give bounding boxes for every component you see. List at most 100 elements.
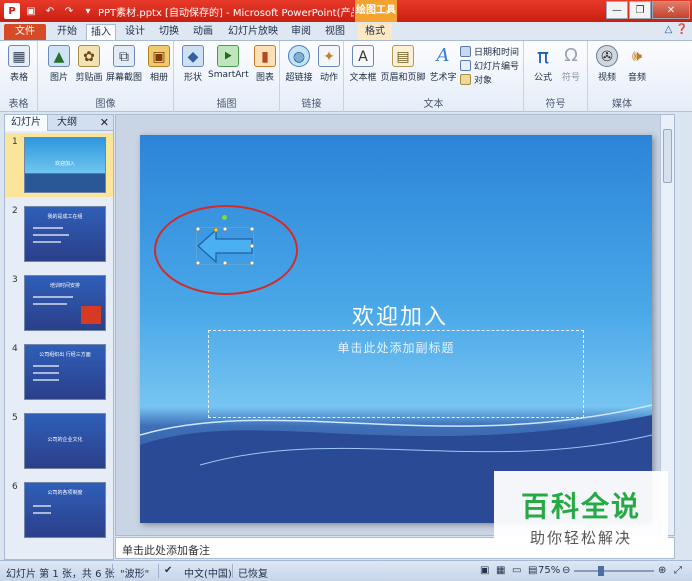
tab-home[interactable]: 开始 bbox=[50, 24, 84, 40]
photo-album-icon: ▣ bbox=[148, 45, 170, 67]
shapes-icon: ◆ bbox=[182, 45, 204, 67]
rotate-handle[interactable] bbox=[222, 215, 227, 220]
smartart-icon: ⯈ bbox=[217, 45, 239, 67]
subtitle-placeholder[interactable]: 单击此处添加副标题 bbox=[208, 330, 584, 418]
tab-view[interactable]: 视图 bbox=[320, 24, 350, 40]
slide-title[interactable]: 欢迎加入 bbox=[330, 299, 470, 331]
tab-format[interactable]: 格式 bbox=[358, 24, 392, 40]
calendar-icon bbox=[460, 46, 471, 57]
tab-file[interactable]: 文件 bbox=[4, 24, 46, 40]
header-footer-button[interactable]: ▤ 页眉和页脚 bbox=[380, 45, 426, 83]
table-icon: ▦ bbox=[8, 45, 30, 67]
globe-link-icon: ◍ bbox=[288, 45, 310, 67]
current-slide[interactable]: 欢迎加入 单击此处添加副标题 bbox=[140, 135, 652, 523]
action-button[interactable]: ✦ 动作 bbox=[312, 45, 346, 83]
normal-view-icon[interactable]: ▣ bbox=[480, 565, 489, 576]
slide-thumbnail-5[interactable]: 5 公司的企业文化 bbox=[5, 409, 113, 473]
zoom-slider-knob[interactable] bbox=[598, 566, 604, 576]
slide-thumbnail-1[interactable]: 1 欢迎加入 bbox=[5, 133, 113, 197]
video-button[interactable]: ✇ 视频 bbox=[590, 45, 624, 83]
slide-thumbnail-4[interactable]: 4 公司组织出 行经三方面 bbox=[5, 340, 113, 404]
close-icon[interactable]: ✕ bbox=[652, 1, 690, 19]
slides-pane-tabs: 幻灯片 大纲 ✕ bbox=[5, 115, 113, 131]
object-button[interactable]: 对象 bbox=[460, 73, 492, 86]
textbox-button[interactable]: A 文本框 bbox=[346, 45, 380, 83]
zoom-slider[interactable] bbox=[574, 566, 654, 576]
status-bar: 幻灯片 第 1 张，共 6 张 "波形" ✔ 中文(中国) 已恢复 ▣ ▦ ▭ … bbox=[0, 560, 692, 581]
group-tables: ▦ 表格 表格 bbox=[0, 41, 38, 112]
chart-button[interactable]: ▮ 图表 bbox=[248, 45, 282, 83]
tab-review[interactable]: 审阅 bbox=[286, 24, 316, 40]
clipart-button[interactable]: ✿ 剪贴画 bbox=[72, 45, 106, 83]
window-title: PPT素材.pptx [自动保存的] - Microsoft PowerPoin… bbox=[98, 8, 354, 19]
table-button[interactable]: ▦ 表格 bbox=[2, 45, 36, 83]
group-links: ◍ 超链接 ✦ 动作 链接 bbox=[280, 41, 344, 112]
slide-thumbnail-6[interactable]: 6 公司的各项制度 bbox=[5, 478, 113, 542]
zoom-in-icon[interactable]: ⊕ bbox=[658, 565, 666, 576]
language[interactable]: 中文(中国) bbox=[184, 565, 232, 580]
wordart-icon: A bbox=[436, 45, 450, 66]
watermark-subtitle: 助你轻松解决 bbox=[529, 529, 632, 547]
slideshow-icon[interactable]: ▤ bbox=[528, 565, 537, 576]
wordart-button[interactable]: A 艺术字 bbox=[426, 45, 460, 83]
quick-access-toolbar: P ▣ ↶ ↷ ▾ bbox=[4, 3, 96, 19]
slide-preview: 欢迎加入 bbox=[24, 137, 106, 193]
spellcheck-icon[interactable]: ✔ bbox=[164, 565, 172, 576]
reading-view-icon[interactable]: ▭ bbox=[512, 565, 521, 576]
tab-slides[interactable]: 幻灯片 bbox=[5, 115, 48, 131]
slide-info: 幻灯片 第 1 张，共 6 张 bbox=[6, 569, 115, 580]
chart-icon: ▮ bbox=[254, 45, 276, 67]
hyperlink-button[interactable]: ◍ 超链接 bbox=[282, 45, 316, 83]
date-time-button[interactable]: 日期和时间 bbox=[460, 45, 519, 58]
symbol-button[interactable]: Ω 符号 bbox=[554, 45, 588, 83]
slide-number-button[interactable]: 幻灯片编号 bbox=[460, 59, 519, 72]
tab-transitions[interactable]: 切换 bbox=[154, 24, 184, 40]
picture-button[interactable]: ▲ 图片 bbox=[42, 45, 76, 83]
zoom-level[interactable]: 75% bbox=[538, 565, 560, 576]
customize-toolbar-icon[interactable]: ▾ bbox=[80, 3, 96, 19]
film-reel-icon: ✇ bbox=[596, 45, 618, 67]
tab-outline[interactable]: 大纲 bbox=[51, 115, 83, 131]
slides-pane: 幻灯片 大纲 ✕ 1 欢迎加入 2 我的是成工在组 3 培训时间安排 4 公司组… bbox=[4, 114, 114, 560]
omega-icon: Ω bbox=[564, 45, 578, 66]
undo-icon[interactable]: ↶ bbox=[42, 3, 58, 19]
drawing-tools-context-label: 绘图工具 bbox=[355, 0, 397, 22]
slide-sorter-icon[interactable]: ▦ bbox=[496, 565, 505, 576]
help-icon[interactable]: △ ❓ bbox=[665, 24, 688, 35]
window-controls: — ❐ ✕ bbox=[606, 1, 690, 19]
audio-button[interactable]: 🕪 音频 bbox=[620, 45, 654, 83]
header-footer-icon: ▤ bbox=[392, 45, 414, 67]
slide-preview: 培训时间安排 bbox=[24, 275, 106, 331]
tab-insert[interactable]: 插入 bbox=[86, 24, 116, 40]
save-icon[interactable]: ▣ bbox=[23, 3, 39, 19]
screenshot-button[interactable]: ⧉ 屏幕截图 bbox=[104, 45, 144, 83]
group-media: ✇ 视频 🕪 音频 媒体 bbox=[588, 41, 656, 112]
watermark-title: 百科全说 bbox=[520, 490, 641, 523]
clipart-icon: ✿ bbox=[78, 45, 100, 67]
fit-to-window-icon[interactable]: ⤢ bbox=[674, 565, 682, 576]
object-icon bbox=[460, 74, 471, 85]
speaker-icon: 🕪 bbox=[631, 46, 643, 65]
smartart-button[interactable]: ⯈ SmartArt bbox=[208, 45, 249, 80]
tab-slideshow[interactable]: 幻灯片放映 bbox=[224, 24, 282, 40]
minimize-icon[interactable]: — bbox=[606, 1, 628, 19]
pi-icon: π bbox=[536, 44, 550, 68]
restore-icon[interactable]: ❐ bbox=[629, 1, 651, 19]
slide-thumbnail-2[interactable]: 2 我的是成工在组 bbox=[5, 202, 113, 266]
left-arrow-shape[interactable] bbox=[196, 227, 254, 265]
redo-icon[interactable]: ↷ bbox=[61, 3, 77, 19]
slide-thumbnail-3[interactable]: 3 培训时间安排 bbox=[5, 271, 113, 335]
zoom-out-icon[interactable]: ⊖ bbox=[562, 565, 570, 576]
theme-name[interactable]: "波形" bbox=[120, 565, 149, 580]
tab-design[interactable]: 设计 bbox=[120, 24, 150, 40]
powerpoint-logo-icon[interactable]: P bbox=[4, 3, 20, 19]
group-illustrations: ◆ 形状 ⯈ SmartArt ▮ 图表 插图 bbox=[174, 41, 280, 112]
tab-animations[interactable]: 动画 bbox=[188, 24, 218, 40]
slide-image bbox=[81, 306, 101, 324]
slide-preview: 公司的企业文化 bbox=[24, 413, 106, 469]
shapes-button[interactable]: ◆ 形状 bbox=[176, 45, 210, 83]
album-button[interactable]: ▣ 相册 bbox=[142, 45, 176, 83]
group-text: A 文本框 ▤ 页眉和页脚 A 艺术字 日期和时间 幻灯片编号 对象 文本 bbox=[344, 41, 524, 112]
close-pane-icon[interactable]: ✕ bbox=[100, 115, 109, 131]
scrollbar-thumb[interactable] bbox=[663, 129, 672, 183]
